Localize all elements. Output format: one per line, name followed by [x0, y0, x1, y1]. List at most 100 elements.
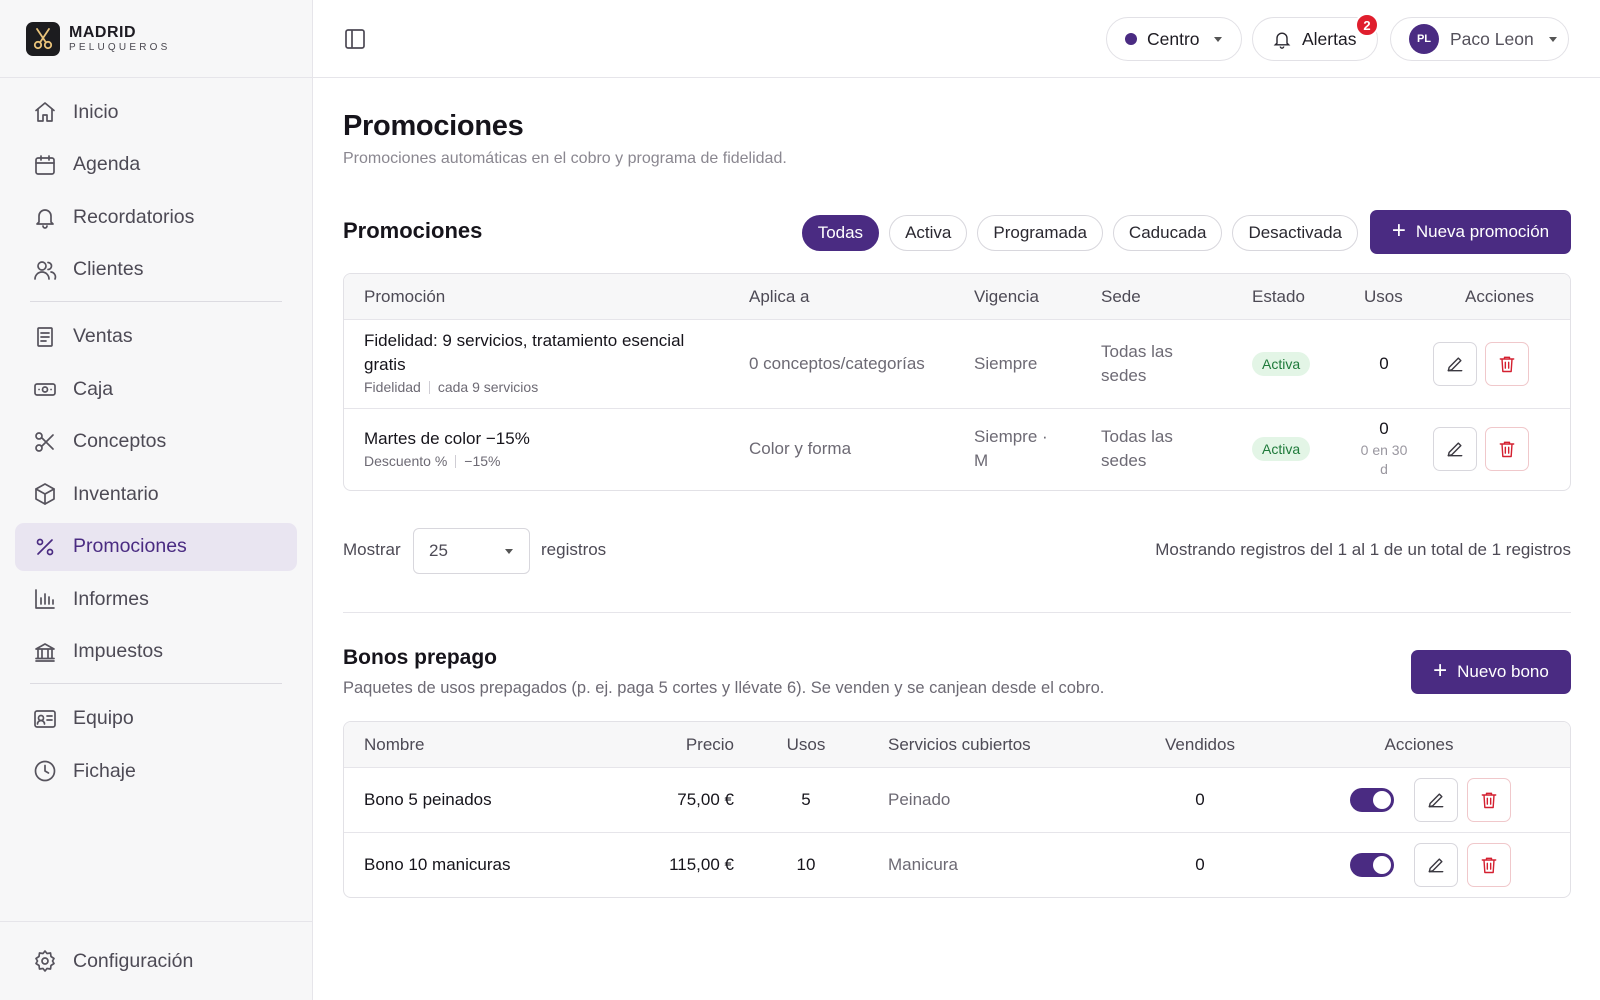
- page-size-select[interactable]: 25: [413, 528, 530, 574]
- column-header[interactable]: Promoción: [364, 287, 445, 307]
- bell-icon: [36, 209, 54, 229]
- location-label: Centro: [1147, 28, 1200, 49]
- sidebar-item-inicio[interactable]: Inicio: [15, 88, 297, 136]
- sidebar-footer: Configuración: [15, 937, 297, 990]
- table-row[interactable]: Bono 5 peinados 75,00 € 5 Peinado 0: [344, 768, 1570, 833]
- plus-icon: +: [1433, 657, 1448, 684]
- sidebar-item-agenda[interactable]: Agenda: [15, 141, 297, 189]
- filter-chip-activa[interactable]: Activa: [889, 215, 968, 251]
- sidebar-item-inventario[interactable]: Inventario: [15, 470, 297, 518]
- bono-services: Peinado: [888, 790, 951, 809]
- page-size-value: 25: [429, 541, 448, 560]
- sidebar-item-label: Impuestos: [73, 640, 163, 662]
- meta-separator: [455, 455, 457, 468]
- column-header[interactable]: Vendidos: [1160, 735, 1240, 755]
- bell-icon: [1273, 32, 1291, 49]
- promotion-cell: Martes de color −15% Descuento % −15%: [364, 427, 724, 469]
- alerts-button[interactable]: Alertas 2: [1252, 13, 1379, 61]
- divider: [0, 77, 312, 78]
- column-header[interactable]: Usos: [776, 735, 836, 755]
- table-row[interactable]: Martes de color −15% Descuento % −15% Col…: [344, 409, 1570, 490]
- column-header[interactable]: Precio: [674, 735, 734, 755]
- uses-recent: 0 en 30 d: [1360, 442, 1408, 477]
- promotion-name: Martes de color −15%: [364, 429, 530, 448]
- bono-name: Bono 10 manicuras: [364, 855, 511, 874]
- edit-button[interactable]: [1433, 342, 1477, 386]
- column-header[interactable]: Servicios cubiertos: [888, 735, 1031, 755]
- edit-button[interactable]: [1414, 843, 1458, 887]
- column-header[interactable]: Vigencia: [974, 287, 1039, 307]
- users-icon: [34, 260, 57, 280]
- sidebar-item-caja[interactable]: Caja: [15, 365, 297, 413]
- cash-icon: [34, 383, 56, 396]
- delete-button[interactable]: [1467, 843, 1511, 887]
- delete-button[interactable]: [1467, 778, 1511, 822]
- bono-price: 115,00 €: [669, 855, 734, 874]
- sidebar-toggle-button[interactable]: [343, 27, 367, 51]
- chevron-down-icon: [505, 549, 513, 554]
- uses-count: 0: [1379, 354, 1389, 373]
- main-nav: Inicio Agenda Recordatorios Clientes Ven…: [15, 88, 297, 800]
- sidebar-item-promociones[interactable]: Promociones: [15, 522, 297, 571]
- new-bono-button[interactable]: + Nuevo bono: [1411, 650, 1571, 694]
- divider: [0, 921, 312, 922]
- sidebar-item-clientes[interactable]: Clientes: [15, 246, 297, 294]
- user-menu[interactable]: PL Paco Leon: [1390, 17, 1569, 61]
- column-header[interactable]: Usos: [1364, 287, 1403, 307]
- filter-chip-desactivada[interactable]: Desactivada: [1232, 215, 1358, 251]
- filter-chip-programada[interactable]: Programada: [977, 215, 1103, 251]
- sidebar-item-label: Informes: [73, 587, 149, 610]
- column-header[interactable]: Estado: [1252, 287, 1305, 307]
- nav-divider: [30, 682, 282, 684]
- bono-active-toggle[interactable]: [1350, 788, 1394, 812]
- delete-button[interactable]: [1485, 342, 1529, 386]
- filter-chip-todas[interactable]: Todas: [801, 215, 880, 251]
- trash-icon: [1481, 857, 1497, 874]
- table-row[interactable]: Fidelidad: 9 servicios, tratamiento esen…: [344, 320, 1570, 409]
- table-row[interactable]: Bono 10 manicuras 115,00 € 10 Manicura 0: [344, 833, 1570, 897]
- alerts-count-badge: 2: [1355, 13, 1379, 37]
- sidebar-item-ventas[interactable]: Ventas: [15, 313, 297, 361]
- bono-active-toggle[interactable]: [1350, 853, 1394, 877]
- sidebar-item-recordatorios[interactable]: Recordatorios: [15, 193, 297, 241]
- section-divider: [343, 612, 1571, 613]
- sidebar-item-impuestos[interactable]: Impuestos: [15, 628, 297, 676]
- sidebar-item-label: Fichaje: [73, 759, 136, 782]
- promotion-type: Descuento %: [364, 453, 448, 469]
- edit-button[interactable]: [1433, 427, 1477, 471]
- new-promotion-label: Nueva promoción: [1415, 222, 1550, 241]
- delete-button[interactable]: [1485, 427, 1529, 471]
- column-header[interactable]: Nombre: [364, 735, 424, 755]
- pencil-icon: [1447, 442, 1463, 457]
- scissors-logo-icon: [26, 22, 60, 56]
- pencil-icon: [1428, 858, 1444, 873]
- brand-logo-link[interactable]: MADRID PELUQUEROS: [26, 22, 170, 56]
- edit-button[interactable]: [1414, 778, 1458, 822]
- sidebar-item-conceptos[interactable]: Conceptos: [15, 418, 297, 466]
- sidebar-item-label: Agenda: [73, 153, 141, 175]
- status-badge: Activa: [1252, 352, 1311, 376]
- applies-to: 0 conceptos/categorías: [749, 354, 925, 373]
- show-label: Mostrar: [343, 540, 401, 559]
- sidebar-item-configuracion[interactable]: Configuración: [15, 937, 297, 985]
- nav-divider: [30, 300, 282, 302]
- plus-icon: +: [1391, 217, 1406, 244]
- promos-section-title: Promociones: [343, 218, 483, 243]
- filter-chip-caducada[interactable]: Caducada: [1112, 215, 1223, 251]
- new-promotion-button[interactable]: + Nueva promoción: [1370, 210, 1571, 254]
- bonos-subtitle: Paquetes de usos prepagados (p. ej. paga…: [343, 679, 1105, 697]
- sidebar-item-fichaje[interactable]: Fichaje: [15, 747, 297, 795]
- sidebar: MADRID PELUQUEROS Inicio Agenda Recordat…: [0, 0, 313, 1000]
- calendar-icon: [35, 154, 55, 175]
- user-name: Paco Leon: [1450, 28, 1534, 49]
- promotion-meta: Fidelidad cada 9 servicios: [364, 379, 724, 395]
- sidebar-item-label: Configuración: [73, 949, 194, 972]
- column-header[interactable]: Sede: [1101, 287, 1141, 307]
- location-selector[interactable]: Centro: [1106, 17, 1242, 61]
- avatar: PL: [1409, 24, 1439, 54]
- chevron-down-icon: [1548, 36, 1557, 42]
- receipt-icon: [37, 326, 53, 347]
- column-header[interactable]: Aplica a: [749, 287, 809, 307]
- sidebar-item-equipo[interactable]: Equipo: [15, 695, 297, 743]
- sidebar-item-informes[interactable]: Informes: [15, 575, 297, 623]
